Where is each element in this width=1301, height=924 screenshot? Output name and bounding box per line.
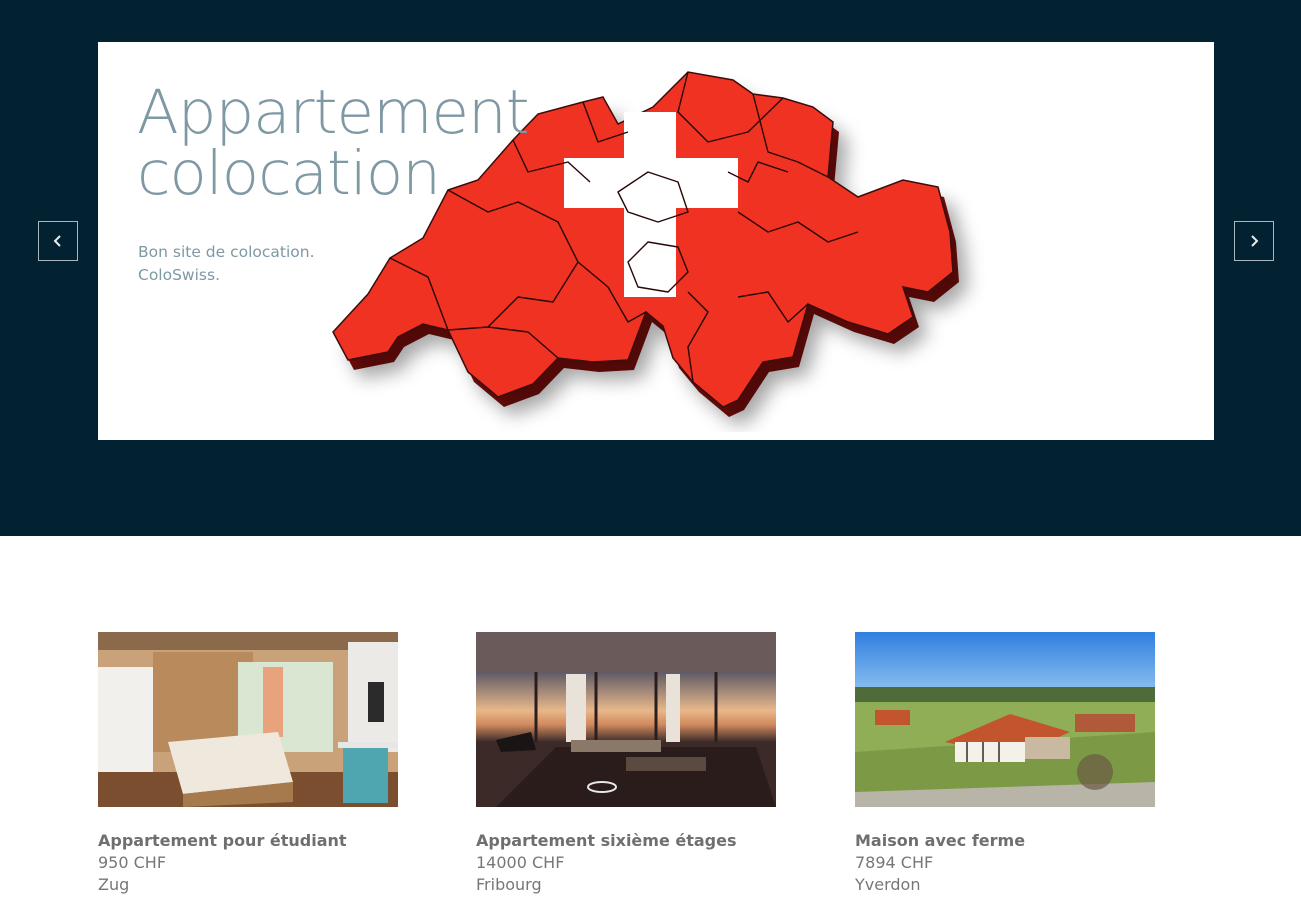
listing-title[interactable]: Appartement pour étudiant — [98, 830, 398, 852]
listing-image-living-room[interactable] — [476, 632, 776, 807]
slide-caption-line-1: Bon site de colocation. — [138, 243, 315, 261]
slide-caption: Bon site de colocation. ColoSwiss. — [138, 241, 315, 287]
listing-card[interactable]: Maison avec ferme 7894 CHF Yverdon — [855, 632, 1155, 896]
listing-image-farmhouse[interactable] — [855, 632, 1155, 807]
listing-city: Zug — [98, 875, 130, 894]
listing-image-bedroom[interactable] — [98, 632, 398, 807]
chevron-right-icon — [1251, 235, 1259, 247]
slider-next-button[interactable] — [1234, 221, 1274, 261]
slide-title: Appartement colocation — [137, 77, 530, 209]
listings-grid: Appartement pour étudiant 950 CHF Zug Ap… — [98, 632, 1158, 902]
hero-slider: Appartement colocation Bon site de coloc… — [0, 0, 1301, 536]
listing-card[interactable]: Appartement sixième étages 14000 CHF Fri… — [476, 632, 776, 896]
listing-price: 7894 CHF — [855, 853, 934, 872]
slide-caption-line-2: ColoSwiss. — [138, 266, 220, 284]
listing-city: Fribourg — [476, 875, 542, 894]
chevron-left-icon — [53, 235, 61, 247]
slider-prev-button[interactable] — [38, 221, 78, 261]
listing-card[interactable]: Appartement pour étudiant 950 CHF Zug — [98, 632, 398, 896]
slide-title-line-1: Appartement — [137, 77, 530, 148]
slide: Appartement colocation Bon site de coloc… — [98, 42, 1214, 440]
listing-title[interactable]: Maison avec ferme — [855, 830, 1155, 852]
listing-price: 14000 CHF — [476, 853, 565, 872]
listing-price: 950 CHF — [98, 853, 167, 872]
listing-city: Yverdon — [855, 875, 921, 894]
slide-title-line-2: colocation — [137, 138, 441, 209]
listing-title[interactable]: Appartement sixième étages — [476, 830, 776, 852]
